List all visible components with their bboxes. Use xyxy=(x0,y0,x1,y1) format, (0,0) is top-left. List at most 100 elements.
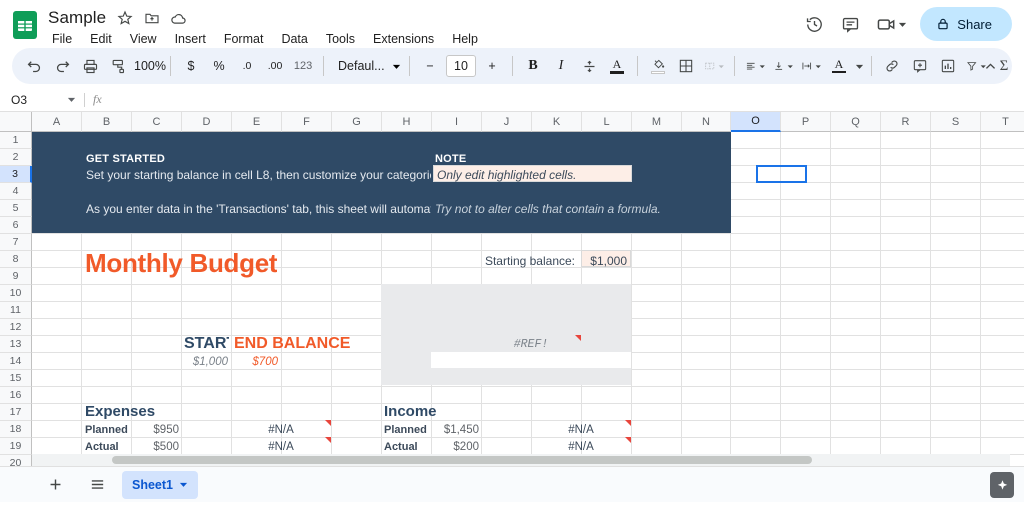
row-header-7[interactable]: 7 xyxy=(0,234,32,251)
zoom-control[interactable]: 100% xyxy=(134,52,166,80)
column-header-K[interactable]: K xyxy=(532,112,582,132)
more-formats-button[interactable]: 123 xyxy=(289,52,317,80)
text-color-icon[interactable]: A xyxy=(603,52,631,80)
cell-area[interactable]: GET STARTED Set your starting balance in… xyxy=(32,132,1024,466)
column-header-M[interactable]: M xyxy=(632,112,682,132)
menu-data[interactable]: Data xyxy=(278,31,310,47)
collapse-toolbar-icon[interactable] xyxy=(976,52,1004,80)
column-header-I[interactable]: I xyxy=(432,112,482,132)
menu-tools[interactable]: Tools xyxy=(323,31,358,47)
currency-format-button[interactable]: $ xyxy=(177,52,205,80)
all-sheets-icon[interactable] xyxy=(82,470,112,500)
horizontal-scrollbar-thumb[interactable] xyxy=(112,456,812,464)
row-header-5[interactable]: 5 xyxy=(0,200,32,217)
menu-help[interactable]: Help xyxy=(449,31,481,47)
link-icon[interactable] xyxy=(878,52,906,80)
menu-extensions[interactable]: Extensions xyxy=(370,31,437,47)
merge-cells-icon[interactable] xyxy=(700,52,728,80)
chevron-down-icon[interactable] xyxy=(179,480,188,489)
summary-input-cell[interactable] xyxy=(431,352,631,368)
menu-edit[interactable]: Edit xyxy=(87,31,115,47)
column-header-L[interactable]: L xyxy=(582,112,632,132)
meet-camera-icon[interactable] xyxy=(870,8,910,40)
column-header-T[interactable]: T xyxy=(981,112,1024,132)
sheet-tab-sheet1[interactable]: Sheet1 xyxy=(122,470,198,499)
row-header-13[interactable]: 13 xyxy=(0,336,32,353)
menu-file[interactable]: File xyxy=(49,31,75,47)
row-header-14[interactable]: 14 xyxy=(0,353,32,370)
percent-format-button[interactable]: % xyxy=(205,52,233,80)
select-all-corner[interactable] xyxy=(0,112,32,132)
decrease-decimal-button[interactable]: .0 xyxy=(233,52,261,80)
row-header-15[interactable]: 15 xyxy=(0,370,32,387)
row-header-19[interactable]: 19 xyxy=(0,438,32,455)
text-wrap-icon[interactable] xyxy=(797,52,825,80)
comment-icon[interactable] xyxy=(834,8,866,40)
borders-icon[interactable] xyxy=(672,52,700,80)
print-icon[interactable] xyxy=(76,52,104,80)
column-header-S[interactable]: S xyxy=(931,112,981,132)
selected-cell-O3[interactable] xyxy=(756,165,807,183)
menu-format[interactable]: Format xyxy=(221,31,267,47)
column-header-O[interactable]: O xyxy=(731,112,781,132)
row-header-20[interactable]: 20 xyxy=(0,455,32,466)
row-header-12[interactable]: 12 xyxy=(0,319,32,336)
chart-icon[interactable] xyxy=(934,52,962,80)
row-header-17[interactable]: 17 xyxy=(0,404,32,421)
column-header-G[interactable]: G xyxy=(332,112,382,132)
column-header-N[interactable]: N xyxy=(682,112,731,132)
name-box-chevron-down-icon[interactable] xyxy=(60,95,82,104)
row-header-18[interactable]: 18 xyxy=(0,421,32,438)
vertical-align-icon[interactable] xyxy=(769,52,797,80)
bold-button[interactable]: B xyxy=(519,52,547,80)
undo-icon[interactable] xyxy=(20,52,48,80)
row-header-16[interactable]: 16 xyxy=(0,387,32,404)
column-header-A[interactable]: A xyxy=(32,112,82,132)
column-header-E[interactable]: E xyxy=(232,112,282,132)
column-header-F[interactable]: F xyxy=(282,112,332,132)
font-family-selector[interactable]: Defaul... xyxy=(330,52,403,80)
column-header-R[interactable]: R xyxy=(881,112,931,132)
row-header-4[interactable]: 4 xyxy=(0,183,32,200)
column-header-Q[interactable]: Q xyxy=(831,112,881,132)
explore-icon[interactable] xyxy=(990,472,1014,498)
strikethrough-icon[interactable] xyxy=(575,52,603,80)
column-header-B[interactable]: B xyxy=(82,112,132,132)
row-header-6[interactable]: 6 xyxy=(0,217,32,234)
fill-color-icon[interactable] xyxy=(644,52,672,80)
row-header-3[interactable]: 3 xyxy=(0,166,32,183)
share-button[interactable]: Share xyxy=(920,7,1012,41)
row-header-11[interactable]: 11 xyxy=(0,302,32,319)
row-header-2[interactable]: 2 xyxy=(0,149,32,166)
row-header-9[interactable]: 9 xyxy=(0,268,32,285)
column-header-C[interactable]: C xyxy=(132,112,182,132)
name-box[interactable]: O3 xyxy=(0,93,60,107)
font-size-increase-button[interactable]: + xyxy=(478,52,506,80)
column-header-D[interactable]: D xyxy=(182,112,232,132)
redo-icon[interactable] xyxy=(48,52,76,80)
add-comment-icon[interactable] xyxy=(906,52,934,80)
add-sheet-icon[interactable] xyxy=(40,470,70,500)
row-header-1[interactable]: 1 xyxy=(0,132,32,149)
text-rotation-caret-icon[interactable] xyxy=(853,52,865,80)
italic-button[interactable]: I xyxy=(547,52,575,80)
formula-input[interactable] xyxy=(102,88,1024,111)
menu-view[interactable]: View xyxy=(127,31,160,47)
increase-decimal-button[interactable]: .00 xyxy=(261,52,289,80)
version-history-icon[interactable] xyxy=(798,8,830,40)
text-rotation-icon[interactable]: A xyxy=(825,52,853,80)
align-left-icon[interactable] xyxy=(741,52,769,80)
font-size-decrease-button[interactable]: − xyxy=(416,52,444,80)
row-header-10[interactable]: 10 xyxy=(0,285,32,302)
document-title[interactable]: Sample xyxy=(48,8,106,28)
menu-insert[interactable]: Insert xyxy=(172,31,209,47)
sheets-logo-icon[interactable] xyxy=(10,10,40,40)
horizontal-scrollbar-track[interactable] xyxy=(32,454,1010,466)
star-icon[interactable] xyxy=(116,10,133,27)
column-header-H[interactable]: H xyxy=(382,112,432,132)
font-size-input[interactable]: 10 xyxy=(446,55,476,77)
move-to-folder-icon[interactable] xyxy=(143,10,160,27)
column-header-P[interactable]: P xyxy=(781,112,831,132)
row-header-8[interactable]: 8 xyxy=(0,251,32,268)
cloud-saved-icon[interactable] xyxy=(170,10,187,27)
